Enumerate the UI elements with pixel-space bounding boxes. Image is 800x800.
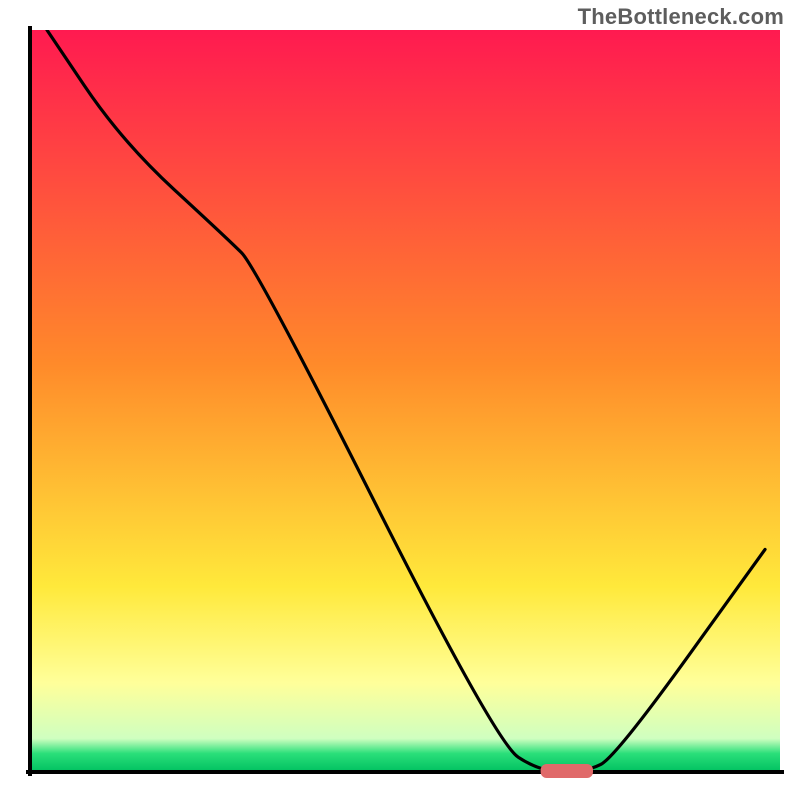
optimal-marker — [541, 764, 593, 778]
watermark-text: TheBottleneck.com — [578, 4, 784, 30]
chart-canvas: TheBottleneck.com — [0, 0, 800, 800]
gradient-background — [32, 30, 780, 772]
chart-svg — [0, 0, 800, 800]
